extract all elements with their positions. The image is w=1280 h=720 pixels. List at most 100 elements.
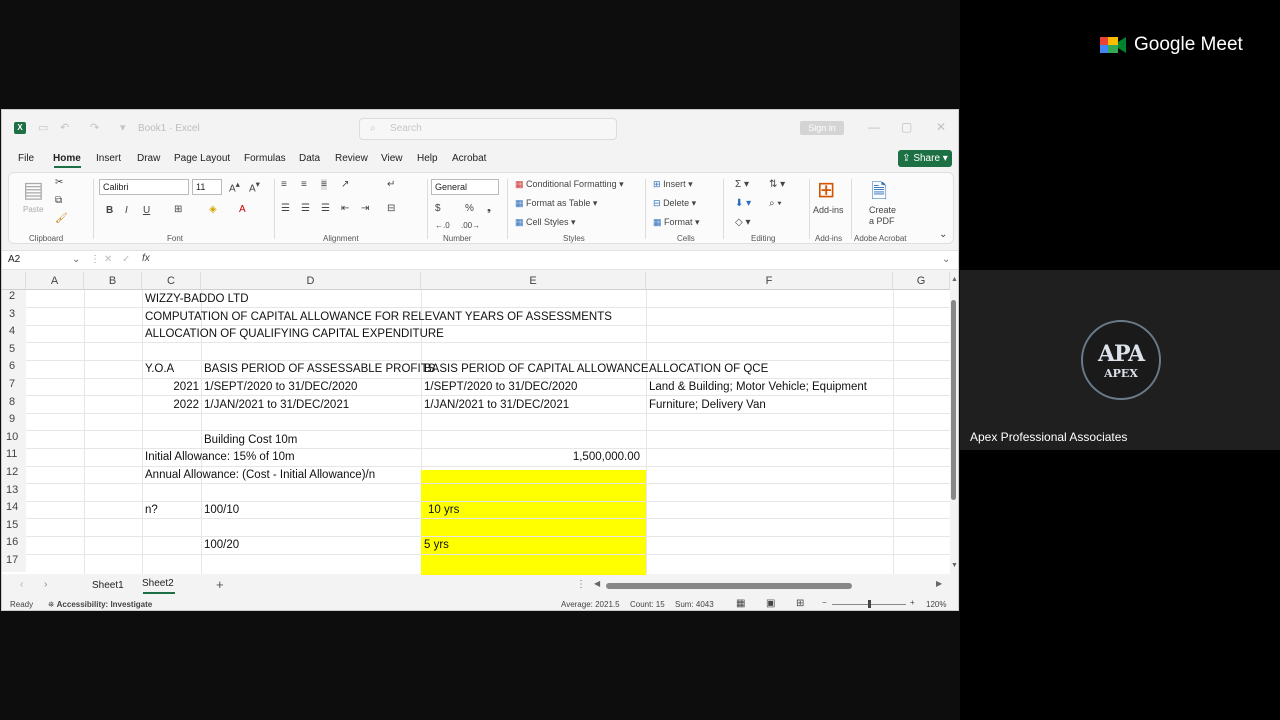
row-header-11[interactable]: 11: [2, 448, 26, 466]
comma-icon[interactable]: ❟: [487, 203, 491, 214]
zoom-slider-thumb[interactable]: [868, 600, 871, 608]
cell-c4[interactable]: ALLOCATION OF QUALIFYING CAPITAL EXPENDI…: [145, 326, 444, 343]
insert-function-icon[interactable]: fx: [142, 253, 150, 264]
tab-insert[interactable]: Insert: [96, 153, 121, 164]
page-layout-view-icon[interactable]: ▣: [766, 598, 775, 609]
row-header-10[interactable]: 10: [2, 430, 26, 449]
row-header-9[interactable]: 9: [2, 413, 26, 431]
cell-c8[interactable]: 2022: [142, 397, 199, 414]
paste-icon[interactable]: ▤: [23, 177, 44, 203]
close-icon[interactable]: ✕: [936, 120, 946, 134]
wrap-text-icon[interactable]: ↵: [387, 179, 395, 190]
insert-cells-button[interactable]: ⊞ Insert ▾: [653, 179, 693, 190]
fill-icon[interactable]: ⬇ ▾: [735, 198, 751, 209]
align-top-icon[interactable]: ≡: [281, 179, 287, 190]
autosum-icon[interactable]: Σ ▾: [735, 179, 749, 190]
sheet-next-icon[interactable]: ›: [44, 579, 47, 590]
tab-data[interactable]: Data: [299, 153, 320, 164]
italic-icon[interactable]: I: [125, 205, 128, 216]
tab-acrobat[interactable]: Acrobat: [452, 153, 486, 164]
fill-color-icon[interactable]: ◈: [209, 204, 217, 215]
increase-font-icon[interactable]: A▴: [229, 179, 240, 194]
row-header-2[interactable]: 2: [2, 290, 26, 308]
scroll-up-icon[interactable]: ▲: [951, 276, 958, 283]
row-header-4[interactable]: 4: [2, 325, 26, 343]
zoom-out-icon[interactable]: −: [822, 598, 827, 607]
row-header-12[interactable]: 12: [2, 466, 26, 484]
hscroll-left-icon[interactable]: ◀: [594, 579, 600, 588]
column-header-a[interactable]: A: [26, 272, 84, 290]
create-pdf-label-2[interactable]: a PDF: [869, 216, 895, 226]
normal-view-icon[interactable]: ▦: [736, 598, 745, 609]
status-count[interactable]: Count: 15: [630, 600, 665, 609]
tab-home[interactable]: Home: [53, 153, 81, 164]
align-bottom-icon[interactable]: ≡: [321, 179, 327, 190]
create-pdf-label-1[interactable]: Create: [869, 205, 896, 215]
cell-e14[interactable]: 10 yrs: [428, 502, 459, 519]
customize-toolbar-icon[interactable]: ▾: [120, 121, 126, 134]
column-header-d[interactable]: D: [201, 272, 421, 290]
row-header-15[interactable]: 15: [2, 518, 26, 537]
borders-icon[interactable]: ⊞: [174, 204, 182, 215]
tab-file[interactable]: File: [18, 153, 34, 164]
orientation-icon[interactable]: ↗: [341, 179, 349, 190]
zoom-level[interactable]: 120%: [926, 600, 946, 609]
cancel-entry-icon[interactable]: ✕: [104, 254, 112, 265]
tab-formulas[interactable]: Formulas: [244, 153, 286, 164]
tab-help[interactable]: Help: [417, 153, 438, 164]
column-header-b[interactable]: B: [84, 272, 142, 290]
sign-in-button[interactable]: Sign in: [800, 121, 844, 135]
add-sheet-icon[interactable]: +: [216, 577, 224, 592]
cell-e7[interactable]: 1/SEPT/2020 to 31/DEC/2020: [424, 379, 577, 396]
confirm-entry-icon[interactable]: ✓: [122, 254, 130, 265]
row-header-6[interactable]: 6: [2, 360, 26, 378]
cell-e8[interactable]: 1/JAN/2021 to 31/DEC/2021: [424, 397, 569, 414]
row-header-14[interactable]: 14: [2, 501, 26, 519]
cell-f6[interactable]: ALLOCATION OF QCE: [649, 361, 768, 378]
redo-icon[interactable]: ↷: [90, 121, 99, 134]
ribbon-collapse-icon[interactable]: ⌄: [939, 229, 947, 240]
merge-center-icon[interactable]: ⊟: [387, 203, 395, 214]
cell-c2[interactable]: WIZZY-BADDO LTD: [145, 291, 249, 308]
row-header-7[interactable]: 7: [2, 378, 26, 396]
add-ins-label[interactable]: Add-ins: [813, 205, 844, 215]
bold-icon[interactable]: B: [106, 205, 113, 216]
row-header-17[interactable]: 17: [2, 554, 26, 572]
decrease-font-icon[interactable]: A▾: [249, 179, 260, 194]
row-header-16[interactable]: 16: [2, 536, 26, 554]
hscroll-right-icon[interactable]: ▶: [936, 579, 942, 588]
align-center-icon[interactable]: ☰: [301, 203, 310, 214]
cell-e6[interactable]: BASIS PERIOD OF CAPITAL ALLOWANCE: [424, 361, 649, 378]
format-painter-icon[interactable]: 🖌: [55, 213, 68, 224]
row-header-5[interactable]: 5: [2, 342, 26, 361]
search-box[interactable]: ⌕ Search: [359, 118, 617, 140]
find-select-icon[interactable]: ⌕ ▾: [769, 198, 782, 209]
align-left-icon[interactable]: ☰: [281, 203, 290, 214]
cell-styles-button[interactable]: ▦ Cell Styles ▾: [515, 217, 576, 228]
cell-d16[interactable]: 100/20: [204, 537, 239, 554]
font-size-dropdown[interactable]: 11: [192, 179, 222, 195]
formula-input[interactable]: [160, 253, 940, 269]
column-header-c[interactable]: C: [142, 272, 201, 290]
row-header-13[interactable]: 13: [2, 483, 26, 502]
copy-icon[interactable]: ⧉: [55, 195, 62, 206]
minimize-icon[interactable]: —: [868, 120, 880, 134]
align-right-icon[interactable]: ☰: [321, 203, 330, 214]
tab-review[interactable]: Review: [335, 153, 368, 164]
currency-icon[interactable]: $: [435, 203, 441, 214]
cut-icon[interactable]: ✂: [55, 177, 63, 188]
maximize-icon[interactable]: ▢: [901, 120, 912, 134]
vertical-scrollbar[interactable]: ▲ ▼: [950, 272, 958, 574]
increase-decimal-icon[interactable]: ←.0: [435, 221, 450, 230]
decrease-indent-icon[interactable]: ⇤: [341, 203, 349, 214]
name-box-dropdown-icon[interactable]: ⌄: [72, 254, 80, 265]
column-header-e[interactable]: E: [421, 272, 646, 290]
select-all-corner[interactable]: [2, 272, 26, 290]
vertical-scroll-thumb[interactable]: [951, 300, 956, 500]
column-header-f[interactable]: F: [646, 272, 893, 290]
align-middle-icon[interactable]: ≡: [301, 179, 307, 190]
percent-icon[interactable]: %: [465, 203, 474, 214]
cell-d6[interactable]: BASIS PERIOD OF ASSESSABLE PROFITS: [204, 361, 435, 378]
sort-filter-icon[interactable]: ⇅ ▾: [769, 179, 785, 190]
share-button[interactable]: ⇪ Share ▾: [898, 150, 952, 167]
